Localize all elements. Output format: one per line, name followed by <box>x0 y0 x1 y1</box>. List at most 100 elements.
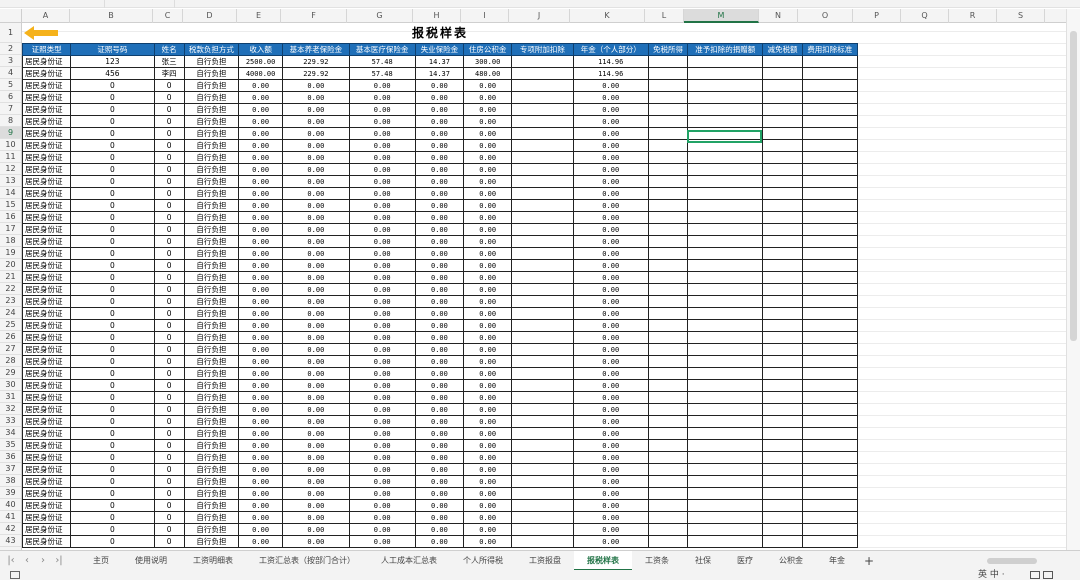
table-cell[interactable]: 0.00 <box>414 103 465 116</box>
table-cell[interactable] <box>687 391 764 404</box>
table-cell[interactable]: 0.00 <box>572 139 649 152</box>
table-cell[interactable] <box>511 139 574 152</box>
table-cell[interactable] <box>687 535 764 548</box>
table-cell[interactable] <box>801 283 859 296</box>
column-title[interactable]: 姓名 <box>153 43 185 56</box>
table-cell[interactable]: 229.92 <box>282 67 350 80</box>
sheet-tab[interactable]: 公积金 <box>766 551 816 571</box>
table-cell[interactable]: 0 <box>153 307 185 320</box>
table-cell[interactable]: 0.00 <box>414 523 465 536</box>
table-cell[interactable]: 0.00 <box>237 235 284 248</box>
table-cell[interactable]: 0.00 <box>572 415 649 428</box>
table-cell[interactable]: 居民身份证 <box>22 439 72 452</box>
sheet-tab[interactable]: 报税样表 <box>574 551 632 571</box>
table-cell[interactable]: 自行负担 <box>183 91 240 104</box>
table-cell[interactable]: 0.00 <box>414 379 465 392</box>
table-cell[interactable]: 居民身份证 <box>22 235 72 248</box>
table-cell[interactable]: 0 <box>70 91 155 104</box>
table-cell[interactable]: 0.00 <box>348 331 416 344</box>
table-cell[interactable]: 0.00 <box>237 307 284 320</box>
table-cell[interactable] <box>647 487 689 500</box>
table-cell[interactable]: 0 <box>153 331 185 344</box>
table-cell[interactable]: 0.00 <box>237 403 284 416</box>
row-header-37[interactable]: 37 <box>0 463 21 475</box>
column-header-q[interactable]: Q <box>901 9 949 23</box>
table-cell[interactable]: 0 <box>70 175 155 188</box>
column-header-s[interactable]: S <box>997 9 1045 23</box>
table-cell[interactable] <box>762 127 803 140</box>
table-cell[interactable]: 0.00 <box>348 415 416 428</box>
table-cell[interactable] <box>801 259 859 272</box>
table-cell[interactable]: 0.00 <box>348 199 416 212</box>
table-cell[interactable] <box>511 307 574 320</box>
table-cell[interactable]: 自行负担 <box>183 55 240 68</box>
column-title[interactable]: 专项附加扣除 <box>511 43 574 56</box>
table-cell[interactable]: 自行负担 <box>183 271 240 284</box>
table-cell[interactable] <box>801 211 859 224</box>
table-cell[interactable]: 0.00 <box>282 211 350 224</box>
table-cell[interactable]: 0 <box>70 235 155 248</box>
row-header-20[interactable]: 20 <box>0 259 21 271</box>
row-header-34[interactable]: 34 <box>0 427 21 439</box>
table-cell[interactable]: 自行负担 <box>183 259 240 272</box>
table-cell[interactable]: 居民身份证 <box>22 427 72 440</box>
table-cell[interactable]: 0.00 <box>463 127 513 140</box>
table-cell[interactable]: 0.00 <box>572 115 649 128</box>
table-cell[interactable]: 0.00 <box>237 175 284 188</box>
table-cell[interactable] <box>687 175 764 188</box>
table-cell[interactable]: 0 <box>70 367 155 380</box>
table-cell[interactable]: 居民身份证 <box>22 319 72 332</box>
table-cell[interactable]: 居民身份证 <box>22 259 72 272</box>
table-cell[interactable]: 0.00 <box>348 127 416 140</box>
table-cell[interactable] <box>762 223 803 236</box>
table-cell[interactable]: 0.00 <box>348 319 416 332</box>
table-cell[interactable]: 0.00 <box>348 487 416 500</box>
table-cell[interactable]: 0.00 <box>282 175 350 188</box>
table-cell[interactable]: 0.00 <box>463 403 513 416</box>
table-cell[interactable] <box>687 511 764 524</box>
table-cell[interactable] <box>762 391 803 404</box>
table-cell[interactable]: 0.00 <box>414 271 465 284</box>
table-cell[interactable] <box>801 331 859 344</box>
table-cell[interactable]: 0.00 <box>463 439 513 452</box>
row-header-22[interactable]: 22 <box>0 283 21 295</box>
column-header-j[interactable]: J <box>509 9 570 23</box>
table-cell[interactable]: 0.00 <box>282 307 350 320</box>
table-cell[interactable]: 居民身份证 <box>22 343 72 356</box>
table-cell[interactable]: 0 <box>153 415 185 428</box>
table-cell[interactable]: 14.37 <box>414 67 465 80</box>
table-cell[interactable]: 0 <box>70 247 155 260</box>
table-cell[interactable]: 0 <box>70 199 155 212</box>
table-cell[interactable] <box>647 523 689 536</box>
table-cell[interactable]: 0.00 <box>282 319 350 332</box>
table-cell[interactable]: 0.00 <box>237 367 284 380</box>
table-cell[interactable]: 0.00 <box>572 463 649 476</box>
column-title[interactable]: 基本医疗保险金 <box>348 43 416 56</box>
table-cell[interactable] <box>801 235 859 248</box>
table-cell[interactable]: 0.00 <box>348 223 416 236</box>
table-cell[interactable] <box>762 415 803 428</box>
table-cell[interactable]: 0.00 <box>414 499 465 512</box>
table-cell[interactable]: 0.00 <box>348 439 416 452</box>
row-header-25[interactable]: 25 <box>0 319 21 331</box>
table-cell[interactable] <box>511 211 574 224</box>
table-cell[interactable] <box>762 211 803 224</box>
table-cell[interactable]: 0.00 <box>348 535 416 548</box>
table-cell[interactable]: 0.00 <box>572 163 649 176</box>
table-cell[interactable]: 居民身份证 <box>22 295 72 308</box>
table-cell[interactable] <box>762 115 803 128</box>
table-cell[interactable]: 居民身份证 <box>22 103 72 116</box>
table-cell[interactable]: 0.00 <box>237 331 284 344</box>
table-cell[interactable] <box>647 271 689 284</box>
table-cell[interactable] <box>801 523 859 536</box>
table-cell[interactable]: 0 <box>153 259 185 272</box>
table-cell[interactable] <box>687 415 764 428</box>
table-cell[interactable] <box>762 103 803 116</box>
table-cell[interactable] <box>762 307 803 320</box>
table-cell[interactable]: 0.00 <box>348 283 416 296</box>
table-cell[interactable] <box>511 151 574 164</box>
table-cell[interactable]: 0.00 <box>572 439 649 452</box>
table-cell[interactable]: 0.00 <box>463 115 513 128</box>
first-sheet-icon[interactable]: |‹ <box>4 551 18 571</box>
table-cell[interactable] <box>647 319 689 332</box>
